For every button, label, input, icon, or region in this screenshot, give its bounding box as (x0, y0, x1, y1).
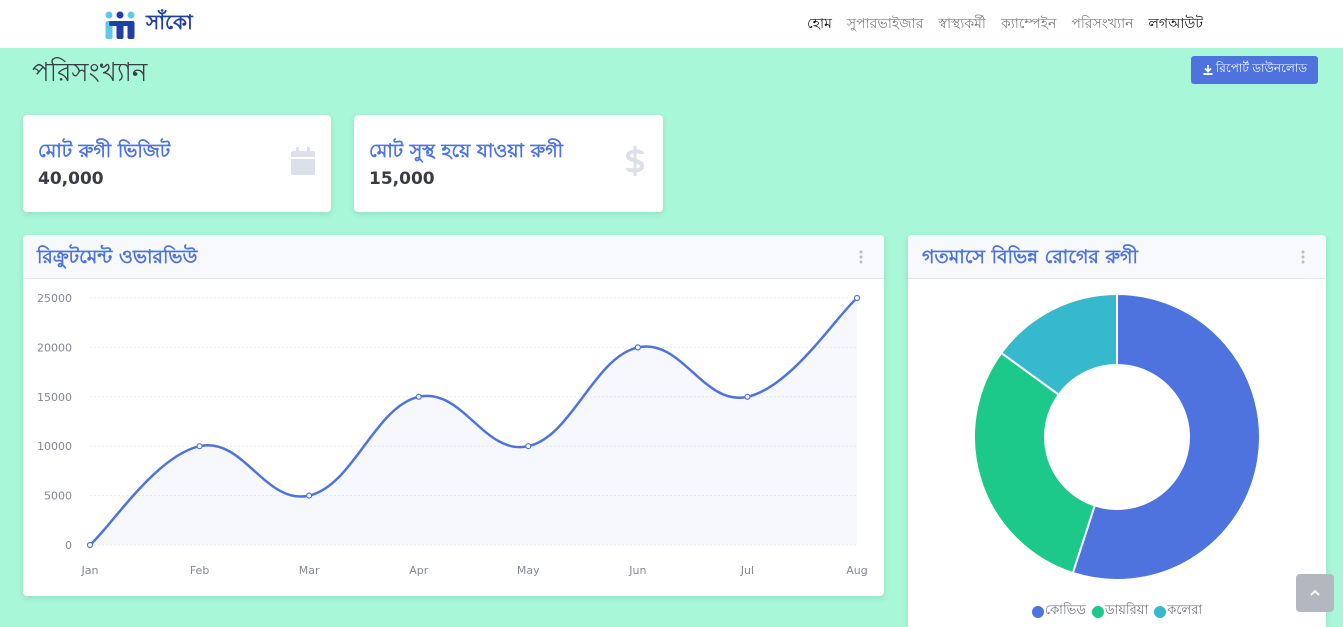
stat-label: মোট রুগী ভিজিট (38, 140, 171, 162)
pie-slice[interactable] (973, 351, 1097, 575)
more-options-icon[interactable] (1300, 249, 1306, 265)
download-icon (1203, 65, 1213, 75)
y-tick-label: 15000 (37, 391, 72, 404)
download-report-button[interactable]: রিপোর্ট ডাউনলোড (1191, 56, 1318, 84)
page-title: পরিসংখ্যান (32, 58, 148, 88)
x-tick-label: Jul (740, 564, 754, 577)
data-point[interactable] (86, 541, 94, 549)
legend-label: কলেরা (1167, 603, 1203, 618)
chart-legend: কোভিড ডায়রিয়া কলেরা (908, 601, 1326, 622)
legend-swatch (1154, 605, 1167, 618)
x-tick-label: May (517, 564, 540, 577)
chevron-up-icon (1310, 589, 1320, 596)
legend-item[interactable]: কোভিড (1031, 601, 1086, 622)
data-point[interactable] (525, 443, 532, 450)
y-tick-label: 10000 (37, 440, 72, 453)
scroll-to-top-button[interactable] (1296, 574, 1334, 612)
dollar-icon (625, 146, 645, 176)
legend-item[interactable]: ডায়রিয়া (1091, 601, 1149, 622)
stat-label: মোট সুস্থ হয়ে যাওয়া রুগী (369, 140, 564, 162)
data-point[interactable] (306, 492, 313, 499)
recruitment-overview-panel: রিক্রুটমেন্ট ওভারভিউ 0 5000 10000 15000 2000… (23, 235, 884, 596)
stat-value: 15,000 (369, 169, 435, 189)
stat-value: 40,000 (38, 169, 104, 189)
stat-card-recovered: মোট সুস্থ হয়ে যাওয়া রুগী 15,000 (354, 115, 663, 212)
navbar: সাঁকো হোম সুপারভাইজার স্বাস্থ্যকর্মী ক্য… (0, 0, 1343, 48)
legend-swatch (1031, 605, 1044, 618)
line-chart: 0 5000 10000 15000 20000 25000 Jan Feb Mar Apr May… (37, 292, 868, 577)
panel-title: গতমাসে বিভিন্ন রোগের রুগী (922, 246, 1138, 268)
calendar-icon (291, 147, 315, 175)
legend-swatch (1091, 605, 1104, 618)
x-tick-label: Aug (846, 564, 867, 577)
nav-link-logout[interactable]: লগআউট (1149, 12, 1203, 36)
legend-label: ডায়রিয়া (1104, 603, 1149, 618)
logo-icon (105, 11, 135, 39)
panel-header: গতমাসে বিভিন্ন রোগের রুগী (908, 235, 1326, 279)
data-point[interactable] (744, 393, 751, 400)
x-tick-label: Feb (190, 564, 209, 577)
x-tick-label: Jan (81, 564, 99, 577)
panel-title: রিক্রুটমেন্ট ওভারভিউ (37, 246, 198, 268)
download-label: রিপোর্ট ডাউনলোড (1215, 61, 1308, 75)
nav-link-campaign[interactable]: ক্যাম্পেইন (1001, 12, 1056, 36)
y-tick-label: 25000 (37, 292, 72, 305)
x-tick-label: Apr (409, 564, 429, 577)
nav-links: হোম সুপারভাইজার স্বাস্থ্যকর্মী ক্যাম্পেই… (807, 12, 1203, 36)
more-options-icon[interactable] (858, 249, 864, 265)
x-tick-label: Mar (299, 564, 320, 577)
stat-card-total-visits: মোট রুগী ভিজিট 40,000 (23, 115, 331, 212)
data-point[interactable] (853, 294, 861, 302)
data-point[interactable] (415, 393, 422, 400)
brand-name: সাঁকো (146, 10, 193, 34)
legend-item[interactable]: কলেরা (1154, 601, 1202, 622)
y-tick-label: 5000 (44, 490, 72, 503)
nav-link-statistics[interactable]: পরিসংখ্যান (1071, 12, 1133, 36)
data-point[interactable] (196, 443, 203, 450)
nav-link-supervisor[interactable]: সুপারভাইজার (847, 12, 924, 36)
disease-patients-panel: গতমাসে বিভিন্ন রোগের রুগী কোভিড ডায়রিয়া… (908, 235, 1326, 627)
nav-link-health-worker[interactable]: স্বাস্থ্যকর্মী (938, 12, 985, 36)
brand[interactable]: সাঁকো (104, 8, 193, 41)
legend-label: কোভিড (1044, 603, 1086, 618)
y-tick-label: 20000 (37, 341, 72, 354)
donut-chart (973, 292, 1261, 581)
panel-header: রিক্রুটমেন্ট ওভারভিউ (23, 235, 884, 279)
x-tick-label: Jun (628, 564, 646, 577)
data-point[interactable] (634, 344, 641, 351)
nav-link-home[interactable]: হোম (807, 12, 832, 36)
y-tick-label: 0 (65, 539, 72, 552)
